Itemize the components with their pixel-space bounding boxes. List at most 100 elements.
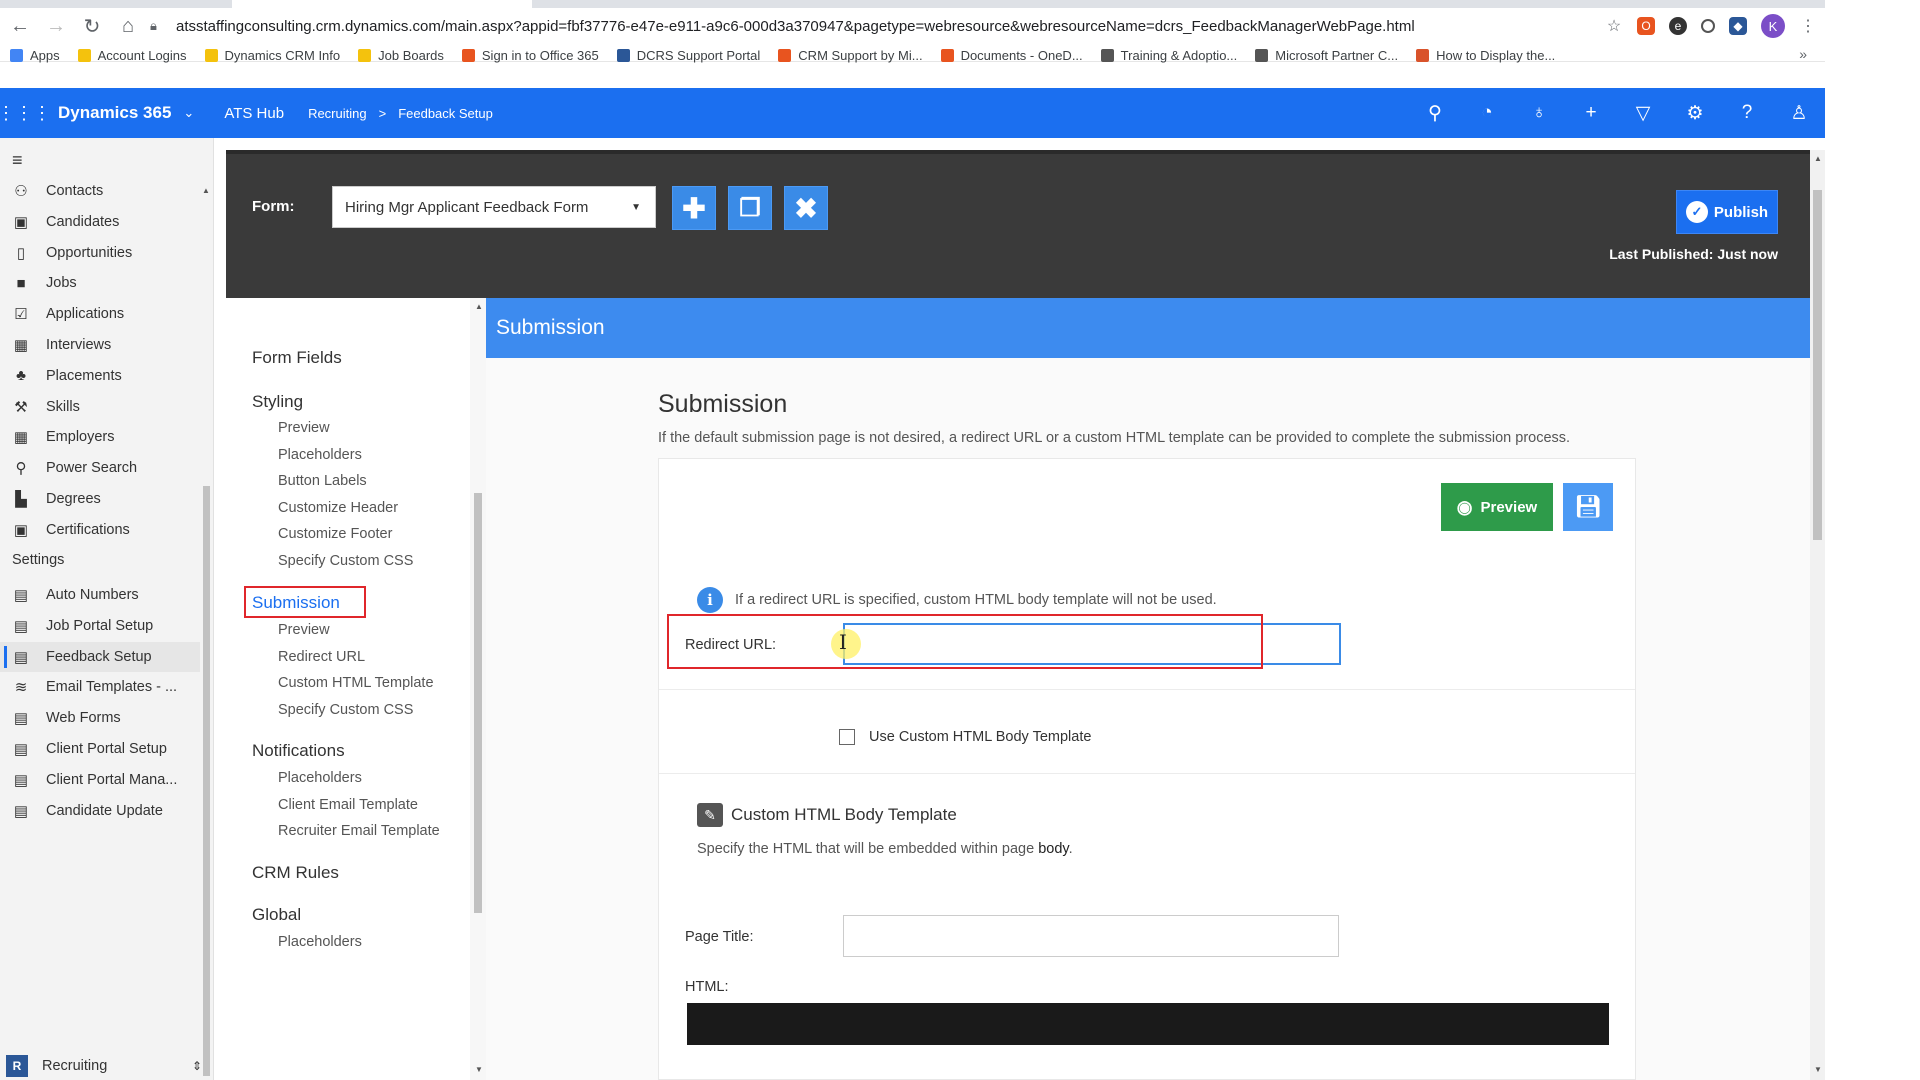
- nav-item-degrees[interactable]: ▙ Degrees: [0, 484, 200, 514]
- subnav-link[interactable]: Recruiter Email Template: [278, 823, 440, 839]
- home-icon[interactable]: ⌂: [112, 10, 144, 42]
- subnav-link[interactable]: Specify Custom CSS: [278, 702, 413, 718]
- forward-icon[interactable]: →: [40, 10, 72, 42]
- bookmark-item[interactable]: Training & Adoptio...: [1100, 48, 1237, 63]
- bookmark-item[interactable]: Documents - OneD...: [940, 48, 1083, 63]
- bookmark-item[interactable]: Job Boards: [358, 48, 444, 63]
- scroll-up-icon[interactable]: ▲: [1814, 154, 1822, 163]
- nav-item-employers[interactable]: ▦ Employers: [0, 422, 200, 452]
- form-select[interactable]: Hiring Mgr Applicant Feedback Form ▼: [332, 186, 656, 228]
- help-icon[interactable]: ?: [1721, 88, 1773, 138]
- bookmarks-more[interactable]: »: [1799, 46, 1807, 62]
- plus-icon[interactable]: +: [1565, 88, 1617, 138]
- save-button[interactable]: 💾︎: [1563, 483, 1613, 531]
- html-editor[interactable]: [687, 1003, 1609, 1045]
- use-custom-template-checkbox[interactable]: [839, 729, 855, 745]
- nav-item-feedback-setup[interactable]: ▤ Feedback Setup: [0, 641, 200, 672]
- bookmark-item[interactable]: Apps: [10, 48, 60, 63]
- copy-form-button[interactable]: ❐: [728, 186, 772, 230]
- subnav-link[interactable]: Customize Footer: [278, 526, 392, 542]
- active-tab[interactable]: [232, 0, 532, 8]
- publish-button[interactable]: ✓ Publish: [1676, 190, 1778, 234]
- reload-icon[interactable]: ↻: [76, 10, 108, 42]
- subnav-link[interactable]: Preview: [278, 420, 330, 436]
- content-scrollbar[interactable]: ▲ ▼: [1810, 150, 1825, 1080]
- scroll-down-icon[interactable]: ▼: [1814, 1065, 1822, 1074]
- scroll-thumb[interactable]: [474, 493, 482, 913]
- breadcrumb-recruiting[interactable]: Recruiting: [308, 106, 367, 121]
- nav-item-contacts[interactable]: ⚇ Contacts: [0, 176, 200, 206]
- subnav-link[interactable]: Redirect URL: [278, 649, 365, 665]
- area-switcher[interactable]: R Recruiting ⇕: [6, 1052, 206, 1080]
- scroll-thumb[interactable]: [1813, 190, 1822, 540]
- bookmark-item[interactable]: Account Logins: [77, 48, 187, 63]
- subnav-styling[interactable]: Styling: [252, 392, 303, 412]
- scroll-up-icon[interactable]: ▲: [475, 302, 483, 311]
- nav-item-email-templates[interactable]: ≋ Email Templates - ...: [0, 672, 200, 702]
- nav-item-opportunities[interactable]: ▯ Opportunities: [0, 238, 200, 268]
- user-icon[interactable]: ♙: [1773, 88, 1825, 138]
- hamburger-icon[interactable]: ≡: [12, 150, 23, 171]
- subnav-link[interactable]: Placeholders: [278, 934, 362, 950]
- bookmark-item[interactable]: CRM Support by Mi...: [778, 48, 923, 63]
- bookmark-item[interactable]: How to Display the...: [1416, 48, 1555, 63]
- profile-avatar[interactable]: K: [1761, 14, 1785, 38]
- nav-item-power-search[interactable]: ⚲ Power Search: [0, 453, 200, 483]
- address-bar[interactable]: 🔒︎ atsstaffingconsulting.crm.dynamics.co…: [150, 12, 1590, 40]
- bookmark-item[interactable]: DCRS Support Portal: [616, 48, 760, 63]
- subnav-link[interactable]: Specify Custom CSS: [278, 553, 413, 569]
- nav-item-certifications[interactable]: ▣ Certifications: [0, 515, 200, 545]
- subnav-crm_rules[interactable]: CRM Rules: [252, 863, 339, 883]
- add-form-button[interactable]: ✚: [672, 186, 716, 230]
- app-launcher-icon[interactable]: ⋮⋮⋮: [0, 88, 51, 138]
- nav-item-placements[interactable]: ♣ Placements: [0, 361, 200, 391]
- preview-button[interactable]: ◉ Preview: [1441, 483, 1553, 531]
- bookmark-item[interactable]: Microsoft Partner C...: [1255, 48, 1398, 63]
- use-custom-template-row[interactable]: Use Custom HTML Body Template: [839, 729, 1091, 745]
- page-title-input[interactable]: [843, 915, 1339, 957]
- nav-item-web-forms[interactable]: ▤ Web Forms: [0, 703, 200, 733]
- circle-extension-icon[interactable]: [1701, 19, 1715, 33]
- nav-item-interviews[interactable]: ▦ Interviews: [0, 330, 200, 360]
- bookmark-item[interactable]: Sign in to Office 365: [461, 48, 599, 63]
- search-icon[interactable]: ⚲: [1409, 88, 1461, 138]
- nav-item-applications[interactable]: ☑ Applications: [0, 299, 200, 329]
- kebab-menu-icon[interactable]: ⋮: [1799, 17, 1817, 35]
- nav-item-candidate-update[interactable]: ▤ Candidate Update: [0, 796, 200, 826]
- subnav-scrollbar[interactable]: ▲ ▼: [470, 298, 486, 1080]
- office-extension-icon[interactable]: O: [1637, 17, 1655, 35]
- subnav-link[interactable]: Button Labels: [278, 473, 367, 489]
- subnav-global[interactable]: Global: [252, 905, 301, 925]
- extension-icon[interactable]: e: [1669, 17, 1687, 35]
- switch-area-icon[interactable]: ⇕: [192, 1059, 202, 1073]
- tag-extension-icon[interactable]: ◆: [1729, 17, 1747, 35]
- nav-item-job-portal-setup[interactable]: ▤ Job Portal Setup: [0, 611, 200, 641]
- delete-form-button[interactable]: ✖: [784, 186, 828, 230]
- scroll-thumb[interactable]: [203, 486, 210, 1076]
- subnav-link[interactable]: Customize Header: [278, 500, 398, 516]
- scroll-down-icon[interactable]: ▼: [475, 1065, 483, 1074]
- nav-item-candidates[interactable]: ▣ Candidates: [0, 207, 200, 237]
- subnav-link[interactable]: Placeholders: [278, 770, 362, 786]
- subnav-link[interactable]: Client Email Template: [278, 797, 418, 813]
- lightbulb-icon[interactable]: ♁: [1513, 88, 1565, 138]
- task-icon[interactable]: ◔: [1461, 88, 1513, 138]
- nav-item-auto-numbers[interactable]: ▤ Auto Numbers: [0, 580, 200, 610]
- subnav-notifications[interactable]: Notifications: [252, 741, 345, 761]
- app-area-name[interactable]: ATS Hub: [224, 105, 284, 122]
- subnav-link[interactable]: Placeholders: [278, 447, 362, 463]
- nav-scrollbar[interactable]: ▲: [200, 186, 212, 1076]
- lock-icon[interactable]: 🔒︎: [150, 18, 166, 34]
- nav-item-jobs[interactable]: ■ Jobs: [0, 268, 200, 298]
- filter-icon[interactable]: ▽: [1617, 88, 1669, 138]
- subnav-link[interactable]: Custom HTML Template: [278, 675, 434, 691]
- gear-icon[interactable]: ⚙: [1669, 88, 1721, 138]
- back-icon[interactable]: ←: [4, 10, 36, 42]
- subnav-link[interactable]: Preview: [278, 622, 330, 638]
- nav-item-skills[interactable]: ⚒ Skills: [0, 392, 200, 422]
- chevron-down-icon[interactable]: ⌄: [183, 105, 194, 121]
- app-name[interactable]: Dynamics 365: [58, 103, 171, 123]
- bookmark-item[interactable]: Dynamics CRM Info: [204, 48, 340, 63]
- nav-item-client-portal-mana[interactable]: ▤ Client Portal Mana...: [0, 765, 200, 795]
- star-icon[interactable]: ☆: [1605, 17, 1623, 35]
